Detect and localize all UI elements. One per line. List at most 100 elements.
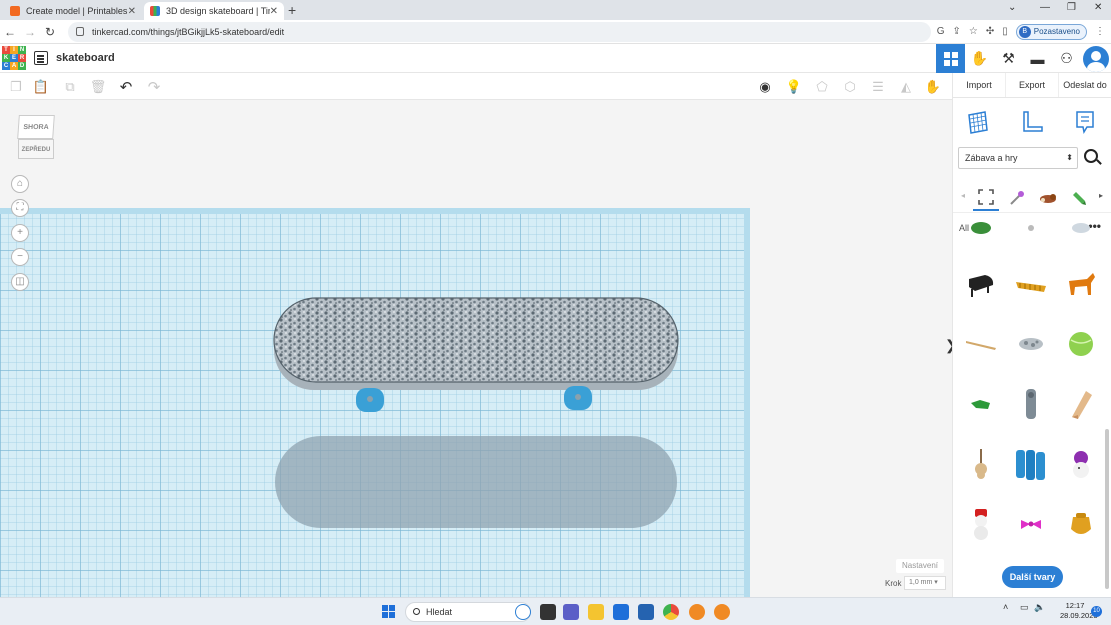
app-icon[interactable] <box>689 604 705 620</box>
view-cube-front[interactable]: ZEPŘEDU <box>18 139 54 159</box>
workplane-icon[interactable] <box>965 109 991 135</box>
notification-badge[interactable]: 10 <box>1091 606 1102 617</box>
circuits-button[interactable]: ✋ <box>965 44 994 73</box>
home-view-icon[interactable]: ⌂ <box>11 175 29 193</box>
network-icon[interactable]: ▭ <box>1020 602 1029 613</box>
shape-dragon[interactable] <box>959 379 1003 429</box>
codeblocks-button[interactable]: ⚒ <box>994 44 1023 73</box>
view-cube[interactable]: SHORA ZEPŘEDU <box>17 115 55 159</box>
bricks-button[interactable]: ▬ <box>1023 44 1052 73</box>
search-icon[interactable] <box>1084 149 1098 163</box>
mail-icon[interactable] <box>638 604 654 620</box>
share-icon[interactable]: ⇪ <box>952 26 960 37</box>
workplane-viewport[interactable]: SHORA ZEPŘEDU ⌂ ⛶ + − ◫ Nastavení Krok 1… <box>0 100 952 597</box>
taskbar-clock[interactable]: 12:17 28.09.2023 <box>1060 601 1098 621</box>
shape-tennis-ball[interactable] <box>1059 319 1103 369</box>
tab-tinkercad[interactable]: 3D design skateboard | Tinkercad ✕ <box>144 2 284 20</box>
more-shapes-button[interactable]: Další tvary <box>1002 566 1063 588</box>
shape-bat[interactable] <box>959 319 1003 369</box>
user-avatar[interactable] <box>1083 45 1109 72</box>
file-explorer-icon[interactable] <box>588 604 604 620</box>
snap-grid-select[interactable]: 1,0 mm ▾ <box>904 576 946 590</box>
notes-icon[interactable]: ◉ <box>757 79 773 95</box>
add-user-button[interactable]: ⚇ <box>1052 44 1081 73</box>
browser-menu-icon[interactable]: ⋮ <box>1095 26 1105 37</box>
shape-item[interactable] <box>1009 201 1053 251</box>
group-icon[interactable]: ⬠ <box>814 79 830 95</box>
tinkercad-logo[interactable]: T I N K E R C A D <box>2 46 26 70</box>
shape-pink-bow[interactable] <box>1009 499 1053 549</box>
windows-start-icon[interactable] <box>382 605 396 619</box>
shape-guitar[interactable] <box>959 439 1003 489</box>
shape-ramp[interactable] <box>1059 379 1103 429</box>
chevron-left-icon[interactable]: ◂ <box>961 191 965 200</box>
chevron-right-icon[interactable]: ▸ <box>1099 191 1103 200</box>
chevron-down-icon[interactable]: ⌄ <box>1008 2 1016 13</box>
duplicate-icon[interactable]: ⧉ <box>62 79 78 95</box>
fit-view-icon[interactable]: ⛶ <box>11 199 29 217</box>
export-button[interactable]: Export <box>1006 73 1059 97</box>
paste-icon[interactable]: 📋 <box>33 79 49 95</box>
skateboard-model[interactable] <box>270 290 682 420</box>
google-icon[interactable]: G <box>937 26 945 37</box>
new-tab-plus-icon[interactable]: + <box>288 2 296 18</box>
import-button[interactable]: Import <box>953 73 1006 97</box>
mirror-icon[interactable]: ◭ <box>898 79 914 95</box>
category-select[interactable]: Zábava a hry ⬍ <box>958 147 1078 169</box>
notes-icon[interactable] <box>1072 109 1098 135</box>
shape-item[interactable] <box>959 201 1003 251</box>
bookmark-star-icon[interactable]: ☆ <box>969 26 978 37</box>
delete-icon[interactable]: 🗑 <box>90 79 107 95</box>
task-view-icon[interactable] <box>540 604 556 620</box>
redo-icon[interactable]: ↷ <box>146 79 162 96</box>
ungroup-icon[interactable]: ⬡ <box>842 79 858 95</box>
close-icon[interactable]: ✕ <box>128 6 136 17</box>
taskbar-search[interactable]: Hledat <box>405 602 531 622</box>
shape-grand-piano[interactable] <box>959 259 1003 309</box>
send-to-button[interactable]: Odeslat do <box>1059 73 1111 97</box>
close-window-icon[interactable]: ✕ <box>1094 2 1102 13</box>
teams-icon[interactable] <box>563 604 579 620</box>
close-icon[interactable]: ✕ <box>270 6 278 17</box>
shape-snowman-purple[interactable] <box>1059 439 1103 489</box>
profile-button[interactable]: B Pozastaveno <box>1015 23 1087 40</box>
ruler-icon[interactable] <box>1019 109 1045 135</box>
maximize-icon[interactable]: ❐ <box>1067 2 1076 13</box>
shape-pot[interactable] <box>1059 499 1103 549</box>
shape-item[interactable] <box>1059 201 1103 251</box>
copy-icon[interactable]: ❐ <box>8 79 24 95</box>
minimize-icon[interactable]: — <box>1040 2 1050 13</box>
tab-printables[interactable]: Create model | Printables.com ✕ <box>4 2 142 20</box>
design-list-icon[interactable] <box>34 51 48 65</box>
undo-icon[interactable]: ↶ <box>118 79 134 96</box>
cruise-icon[interactable]: ✋ <box>925 79 941 95</box>
url-field[interactable]: tinkercad.com/things/jtBGikjjLk5-skatebo… <box>68 21 931 42</box>
shape-horse[interactable] <box>1059 259 1103 309</box>
light-bulb-icon[interactable]: 💡 <box>786 79 802 95</box>
volume-icon[interactable]: 🔈 <box>1034 602 1045 613</box>
bing-icon[interactable] <box>515 604 531 620</box>
zoom-in-icon[interactable]: + <box>11 224 29 242</box>
shape-pebbles[interactable] <box>1009 319 1053 369</box>
side-panel-icon[interactable]: ▯ <box>1002 26 1008 37</box>
shape-xylophone[interactable] <box>1009 259 1053 309</box>
reload-icon[interactable]: ↻ <box>40 25 60 39</box>
view-cube-top[interactable]: SHORA <box>17 115 55 139</box>
design-title[interactable]: skateboard <box>56 52 115 64</box>
align-icon[interactable]: ☰ <box>870 79 886 95</box>
zoom-out-icon[interactable]: − <box>11 248 29 266</box>
app-icon[interactable] <box>714 604 730 620</box>
chevron-right-icon[interactable]: ❯ <box>945 337 952 354</box>
settings-button[interactable]: Nastavení <box>896 559 944 573</box>
ortho-view-icon[interactable]: ◫ <box>11 273 29 291</box>
back-icon[interactable]: ← <box>0 25 20 39</box>
panel-scrollbar[interactable] <box>1105 429 1109 589</box>
chrome-icon[interactable] <box>663 604 679 620</box>
forward-icon[interactable]: → <box>20 25 40 39</box>
store-icon[interactable] <box>613 604 629 620</box>
shape-snowman[interactable] <box>959 499 1003 549</box>
extensions-puzzle-icon[interactable]: ✣ <box>986 26 994 37</box>
shape-figure[interactable] <box>1009 379 1053 429</box>
3d-design-view-button[interactable] <box>936 44 965 73</box>
tray-chevron-up-icon[interactable]: ˄ <box>1003 602 1008 612</box>
